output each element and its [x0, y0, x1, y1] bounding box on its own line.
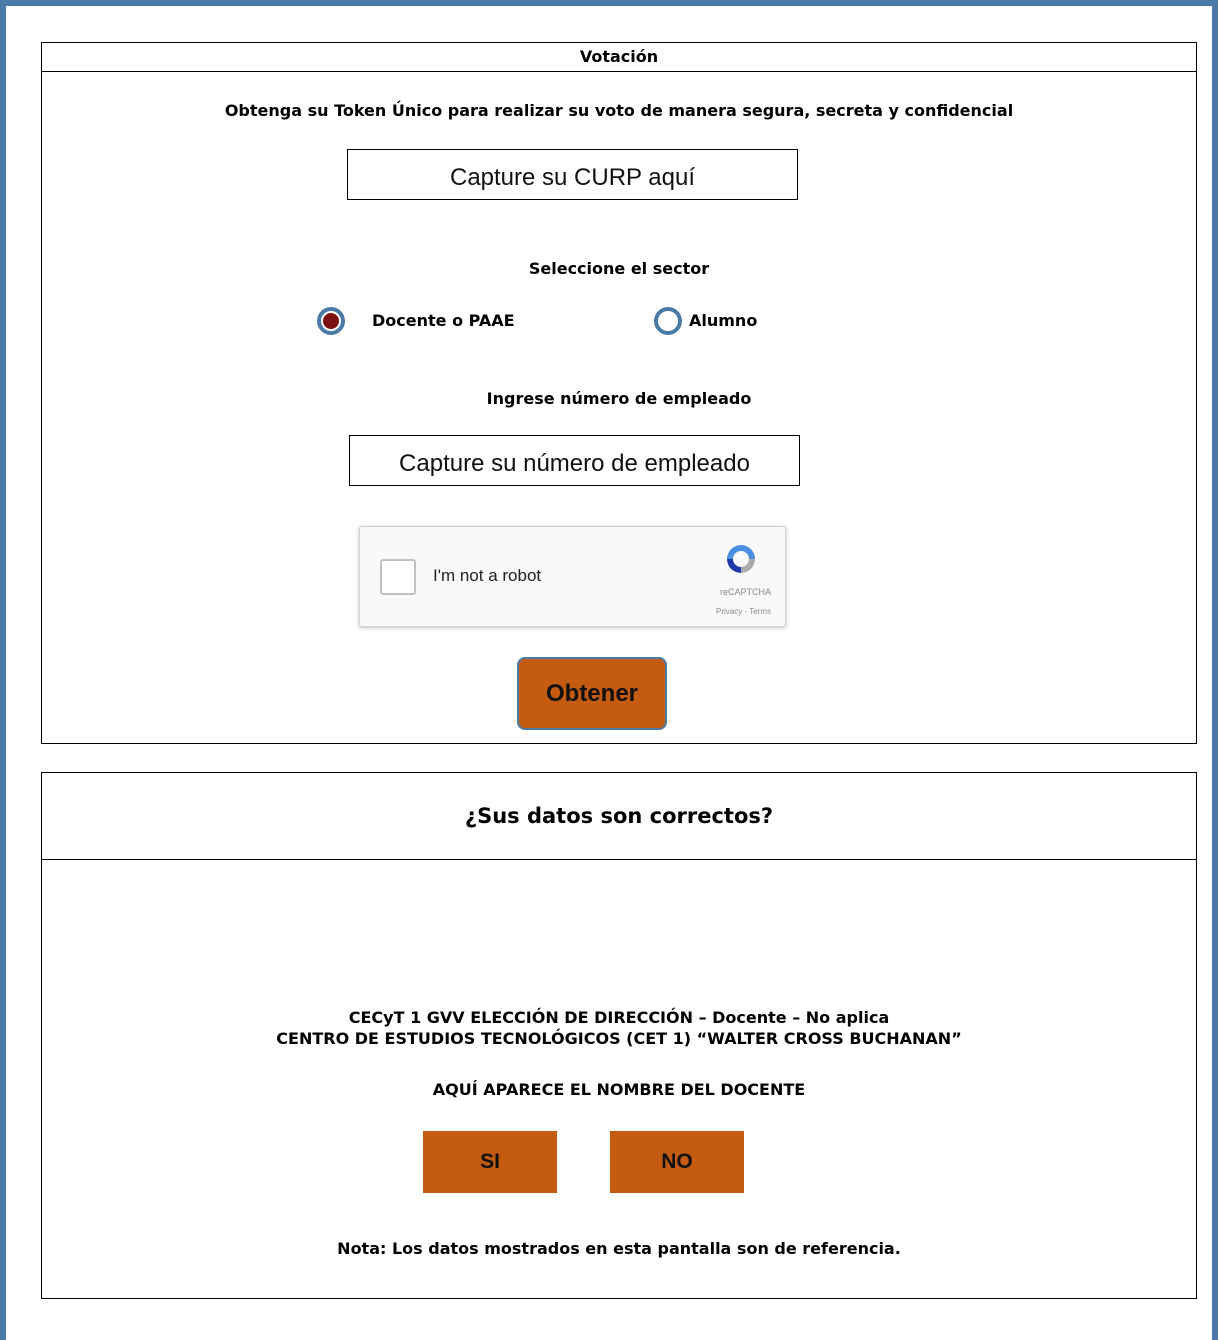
curp-input[interactable]: Capture su CURP aquí	[347, 149, 798, 200]
votacion-panel: Votación Obtenga su Token Único para rea…	[41, 42, 1197, 744]
confirm-line1: CECyT 1 GVV ELECCIÓN DE DIRECCIÓN – Doce…	[348, 1008, 890, 1027]
empleado-input[interactable]: Capture su número de empleado	[349, 435, 800, 486]
recaptcha-brand: reCAPTCHA	[719, 587, 771, 597]
radio-docente[interactable]	[317, 307, 345, 335]
empleado-label: Ingrese número de empleado	[486, 389, 752, 408]
instruction-text: Obtenga su Token Único para realizar su …	[224, 101, 1014, 120]
radio-alumno-label: Alumno	[689, 311, 758, 330]
obtener-button[interactable]: Obtener	[517, 657, 667, 730]
recaptcha-widget: I'm not a robot reCAPTCHA Privacy - Term…	[359, 526, 786, 627]
radio-alumno[interactable]	[654, 307, 682, 335]
recaptcha-label: I'm not a robot	[433, 566, 542, 585]
sector-label: Seleccione el sector	[528, 259, 710, 278]
votacion-title: Votación	[42, 43, 1196, 72]
recaptcha-logo-icon	[727, 545, 755, 573]
confirm-title: ¿Sus datos son correctos?	[42, 773, 1196, 860]
recaptcha-checkbox[interactable]	[380, 559, 416, 595]
confirm-line2: CENTRO DE ESTUDIOS TECNOLÓGICOS (CET 1) …	[276, 1029, 962, 1048]
note-text: Nota: Los datos mostrados en esta pantal…	[337, 1239, 901, 1258]
no-button[interactable]: NO	[610, 1131, 744, 1193]
si-button[interactable]: SI	[423, 1131, 557, 1193]
confirm-panel: ¿Sus datos son correctos? CECyT 1 GVV EL…	[41, 772, 1197, 1299]
radio-docente-label: Docente o PAAE	[372, 311, 515, 330]
docente-name: AQUÍ APARECE EL NOMBRE DEL DOCENTE	[432, 1080, 806, 1099]
recaptcha-links[interactable]: Privacy - Terms	[716, 607, 771, 616]
radio-selected-dot	[323, 313, 339, 329]
